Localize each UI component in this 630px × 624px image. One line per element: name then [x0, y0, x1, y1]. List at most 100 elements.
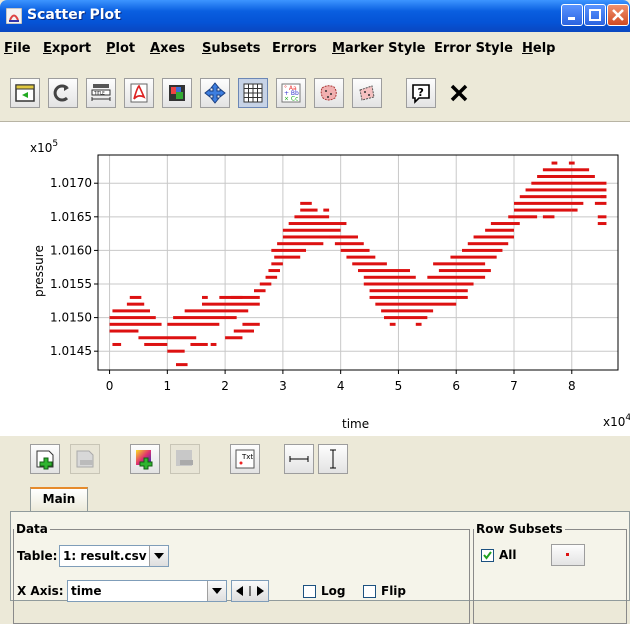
grid-toggle-button[interactable]: [238, 78, 268, 108]
close-window-button[interactable]: [607, 4, 629, 26]
row-subsets-legend: Row Subsets: [476, 522, 563, 536]
y-tick-label: 1.0145: [50, 344, 92, 358]
data-point-run: [537, 175, 595, 178]
all-subset-checkbox[interactable]: [481, 549, 494, 562]
data-point-run: [225, 336, 243, 340]
log-checkbox[interactable]: [303, 585, 316, 598]
close-plot-button[interactable]: [444, 78, 474, 108]
add-density-layer-button[interactable]: [130, 444, 160, 474]
minimize-button[interactable]: [561, 4, 583, 26]
data-point-run: [109, 329, 139, 333]
x-axis-select-dropdown[interactable]: [207, 581, 226, 601]
scatter-plot[interactable]: x105 012345678 1.01451.01501.01551.01601…: [0, 122, 630, 435]
plot-area[interactable]: x105 012345678 1.0145 1.0150 1.0155 1.0160 1…: [0, 122, 630, 435]
y-axis-multiplier: x105: [30, 139, 58, 155]
maximize-button[interactable]: [584, 4, 606, 26]
data-point-run: [202, 302, 260, 306]
tab-main[interactable]: Main: [30, 487, 88, 511]
table-select-value: 1: result.csv: [63, 549, 147, 563]
y-tick-label: 1.0155: [50, 277, 92, 291]
add-plot-layer-icon: [36, 450, 54, 470]
help-button[interactable]: ?: [406, 78, 436, 108]
data-point-run: [415, 322, 422, 326]
data-point-run: [282, 228, 341, 232]
data-point-run: [210, 342, 217, 346]
menu-export[interactable]: Export: [43, 41, 91, 56]
menu-plot[interactable]: Plot: [106, 41, 135, 56]
menu-axes[interactable]: Axes: [150, 41, 185, 56]
menu-subsets[interactable]: Subsets: [202, 41, 260, 56]
flip-checkbox[interactable]: [363, 585, 376, 598]
menu-marker-style[interactable]: Marker Style: [332, 41, 426, 56]
java-app-icon: [6, 8, 22, 24]
data-point-run: [551, 161, 558, 165]
data-point-run: [381, 309, 434, 313]
x-tick-label: 3: [279, 379, 287, 393]
x-axis-label: time: [342, 417, 369, 431]
data-point-run: [346, 255, 376, 259]
data-point-run: [173, 316, 237, 320]
data-point-run: [363, 275, 416, 279]
data-point-run: [467, 242, 509, 246]
svg-text:TITLE: TITLE: [93, 91, 105, 96]
data-point-run: [167, 349, 185, 353]
replot-button[interactable]: [48, 78, 78, 108]
data-point-run: [167, 322, 220, 326]
data-point-run: [450, 255, 497, 259]
x-axis-stepper[interactable]: [231, 580, 269, 602]
vertical-line-icon: [330, 449, 336, 469]
subset-button[interactable]: [314, 78, 344, 108]
add-density-layer-icon: [136, 450, 153, 470]
log-label: Log: [321, 584, 346, 598]
vertical-line-button[interactable]: [318, 444, 348, 474]
data-point-run: [112, 309, 150, 313]
title-button[interactable]: TITLE: [86, 78, 116, 108]
data-point-run: [340, 248, 370, 252]
horizontal-line-button[interactable]: [284, 444, 314, 474]
table-label: Table:: [17, 549, 58, 563]
data-point-run: [438, 269, 491, 273]
settings-panel: Main Data Table: 1: result.csv X Axis: t…: [0, 480, 630, 624]
subset-style-button[interactable]: [551, 544, 585, 566]
data-point-run: [568, 161, 575, 165]
sidebar-toggle-button[interactable]: [10, 78, 40, 108]
menu-error-style[interactable]: Error Style: [434, 41, 513, 56]
add-text-layer-button[interactable]: Txt: [230, 444, 260, 474]
data-point-run: [525, 188, 607, 192]
title-bar[interactable]: Scatter Plot: [0, 0, 630, 32]
table-select-dropdown[interactable]: [149, 546, 168, 566]
menu-help[interactable]: Help: [522, 41, 555, 56]
pdf-export-button[interactable]: [124, 78, 154, 108]
marker-swatch-icon: [566, 553, 569, 556]
data-point-run: [274, 255, 301, 259]
checkmark-icon: [483, 551, 492, 560]
subset-icon: [320, 85, 337, 101]
pan-icon: [204, 82, 226, 104]
data-point-run: [514, 201, 584, 205]
table-select[interactable]: 1: result.csv: [59, 545, 169, 567]
menu-errors[interactable]: Errors: [272, 41, 317, 56]
pan-button[interactable]: [200, 78, 230, 108]
add-text-layer-icon: Txt: [235, 449, 255, 469]
menu-file[interactable]: File: [4, 41, 31, 56]
remove-density-layer-button[interactable]: [170, 444, 200, 474]
add-plot-layer-button[interactable]: [30, 444, 60, 474]
data-point-run: [514, 208, 572, 212]
legend-button[interactable]: ° Aa + Bb × Cc: [276, 78, 306, 108]
data-point-run: [427, 275, 486, 279]
data-point-run: [375, 302, 457, 306]
x-tick-label: 1: [164, 379, 172, 393]
data-point-run: [300, 201, 312, 205]
x-axis-select[interactable]: time: [67, 580, 227, 602]
data-point-run: [597, 215, 607, 219]
zoom-region-button[interactable]: [352, 78, 382, 108]
svg-text:?: ?: [418, 86, 424, 99]
data-point-run: [259, 282, 272, 286]
row-subsets-group: Row Subsets: [473, 522, 627, 624]
remove-plot-layer-button[interactable]: [70, 444, 100, 474]
chevron-down-icon: [212, 588, 222, 594]
image-export-button[interactable]: [162, 78, 192, 108]
data-point-run: [109, 322, 162, 326]
data-point-run: [594, 201, 607, 205]
data-point-run: [323, 208, 330, 212]
